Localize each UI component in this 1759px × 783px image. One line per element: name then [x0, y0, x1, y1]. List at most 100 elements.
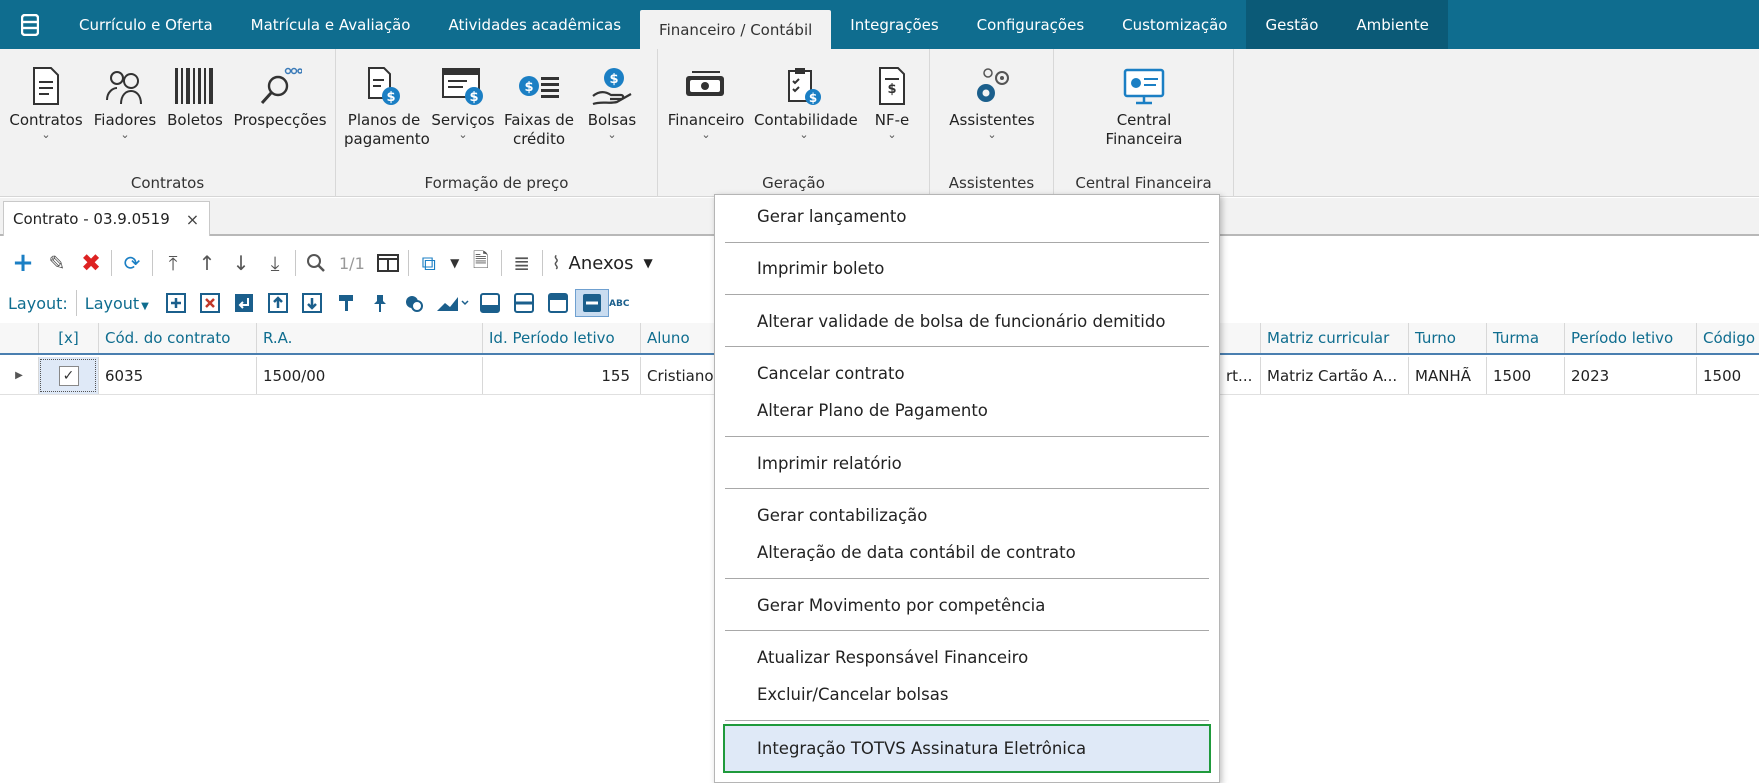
column-header-select[interactable]: [x] — [38, 323, 98, 353]
column-header-codigo[interactable]: Código d — [1696, 323, 1759, 353]
area-chart-icon[interactable] — [431, 289, 473, 317]
ribbon-group-formacao-preco: $ Planos de pagamento $ Serviços ⌄ $ Fai… — [336, 49, 658, 197]
menu-item-cancelar-contrato[interactable]: Cancelar contrato — [757, 364, 905, 383]
chevron-down-icon: ⌄ — [799, 128, 809, 141]
open-external-icon[interactable]: ⧉ — [412, 247, 446, 279]
fiadores-button[interactable]: Fiadores ⌄ — [90, 61, 160, 140]
svg-text:$: $ — [609, 72, 618, 87]
menu-item-alterar-plano-pagamento[interactable]: Alterar Plano de Pagamento — [757, 401, 988, 420]
tab-financeiro[interactable]: Financeiro / Contábil — [640, 10, 832, 49]
row-expand-icon[interactable]: ▶ — [0, 357, 38, 394]
format-painter-icon[interactable] — [329, 289, 363, 317]
bolsas-button[interactable]: $ Bolsas ⌄ — [580, 61, 644, 140]
menu-item-alteracao-data-contabil[interactable]: Alteração de data contábil de contrato — [757, 543, 1076, 562]
column-header-cod-contrato[interactable]: Cód. do contrato — [98, 323, 256, 353]
ribbon-group-contratos: Contratos ⌄ Fiadores ⌄ Boletos Prospecçõ… — [0, 49, 336, 197]
toolbar-divider — [541, 250, 543, 276]
layout-dropdown[interactable]: Layout ▼ — [85, 294, 149, 313]
add-icon[interactable]: + — [6, 247, 40, 279]
payment-plan-icon: $ — [368, 67, 400, 105]
column-header-periodo-letivo[interactable]: Período letivo — [1564, 323, 1696, 353]
tab-atividades[interactable]: Atividades acadêmicas — [429, 0, 640, 49]
cell-periodo-letivo: 2023 — [1564, 357, 1696, 394]
column-header-aluno[interactable]: Aluno — [640, 323, 720, 353]
planos-pagamento-button[interactable]: $ Planos de pagamento — [344, 61, 430, 149]
move-up-icon[interactable] — [261, 289, 295, 317]
document-tab-contrato[interactable]: Contrato - 03.9.0519 × — [3, 201, 211, 236]
invoice-icon: $ — [879, 67, 905, 105]
toolbar-divider — [500, 250, 502, 276]
tab-configuracoes[interactable]: Configurações — [958, 0, 1103, 49]
column-header-turno[interactable]: Turno — [1408, 323, 1486, 353]
cell-cod-contrato: 6035 — [98, 357, 256, 394]
tab-curriculo[interactable]: Currículo e Oferta — [60, 0, 232, 49]
add-row-icon[interactable] — [159, 289, 193, 317]
move-down-icon[interactable] — [295, 289, 329, 317]
tab-customizacao[interactable]: Customização — [1103, 0, 1246, 49]
search-icon[interactable] — [299, 247, 333, 279]
contratos-button[interactable]: Contratos ⌄ — [6, 61, 86, 140]
report-icon[interactable]: 🗎 — [464, 247, 498, 279]
column-header-ra[interactable]: R.A. — [256, 323, 482, 353]
servicos-button[interactable]: $ Serviços ⌄ — [428, 61, 498, 140]
text-document-icon[interactable]: ≣ — [505, 247, 539, 279]
column-header-periodo-id[interactable]: Id. Período letivo — [482, 323, 640, 353]
faixas-credito-button[interactable]: $ Faixas de crédito — [502, 61, 576, 149]
refresh-icon[interactable]: ⟳ — [115, 247, 149, 279]
spellcheck-icon[interactable]: ABC — [609, 289, 631, 317]
chevron-down-icon: ⌄ — [701, 128, 711, 141]
svg-text:$: $ — [887, 82, 896, 97]
cell-matriz: Matriz Cartão A... — [1260, 357, 1408, 394]
row-bottom-icon[interactable] — [473, 289, 507, 317]
contabilidade-button[interactable]: $ Contabilidade ⌄ — [754, 61, 858, 141]
menu-separator — [725, 578, 1209, 579]
financeiro-button[interactable]: Financeiro ⌄ — [666, 61, 746, 140]
tab-ambiente[interactable]: Ambiente — [1337, 0, 1448, 49]
menu-item-imprimir-boleto[interactable]: Imprimir boleto — [757, 259, 884, 278]
menu-item-excluir-cancelar-bolsas[interactable]: Excluir/Cancelar bolsas — [757, 685, 948, 704]
tab-integracoes[interactable]: Integrações — [831, 0, 957, 49]
app-menu-icon[interactable] — [0, 0, 60, 49]
hand-coin-icon: $ — [592, 68, 632, 106]
previous-record-icon[interactable]: ↑ — [190, 247, 224, 279]
last-record-icon[interactable]: ⤓ — [258, 247, 292, 279]
next-record-icon[interactable]: ↓ — [224, 247, 258, 279]
menu-item-gerar-contabilizacao[interactable]: Gerar contabilização — [757, 506, 927, 525]
menu-item-imprimir-relatorio[interactable]: Imprimir relatório — [757, 454, 902, 473]
delete-icon[interactable]: ✖ — [74, 247, 108, 279]
menu-item-gerar-lancamento[interactable]: Gerar lançamento — [757, 207, 906, 226]
row-top-icon[interactable] — [541, 289, 575, 317]
first-record-icon[interactable]: ⤒ — [156, 247, 190, 279]
nfe-button[interactable]: $ NF-e ⌄ — [864, 61, 920, 140]
assistentes-button[interactable]: Assistentes ⌄ — [942, 61, 1042, 140]
close-icon[interactable]: × — [186, 210, 199, 229]
pin-icon[interactable] — [363, 289, 397, 317]
shapes-icon[interactable] — [397, 289, 431, 317]
menu-item-gerar-movimento-competencia[interactable]: Gerar Movimento por competência — [757, 596, 1045, 615]
menu-item-atualizar-responsavel-financeiro[interactable]: Atualizar Responsável Financeiro — [757, 648, 1028, 667]
dropdown-arrow-icon[interactable]: ▼ — [446, 247, 464, 279]
edit-pencil-icon[interactable]: ✎ — [40, 247, 74, 279]
menu-item-alterar-validade-bolsa[interactable]: Alterar validade de bolsa de funcionário… — [757, 312, 1165, 331]
columns-icon[interactable] — [371, 247, 405, 279]
context-menu: Gerar lançamento Imprimir boleto Alterar… — [714, 194, 1220, 783]
boletos-button[interactable]: Boletos — [164, 61, 226, 130]
menu-item-integracao-totvs-assinatura[interactable]: Integração TOTVS Assinatura Eletrônica — [723, 724, 1211, 773]
magnifier-people-icon — [260, 67, 302, 105]
row-middle-icon[interactable] — [507, 289, 541, 317]
column-header-turma[interactable]: Turma — [1486, 323, 1564, 353]
cell-ra: 1500/00 — [256, 357, 482, 394]
group-label-geracao: Geração — [762, 174, 825, 192]
ribbon: Contratos ⌄ Fiadores ⌄ Boletos Prospecçõ… — [0, 49, 1759, 197]
row-select-cell[interactable]: ✓ — [38, 357, 98, 394]
prospeccoes-button[interactable]: Prospecções — [230, 61, 330, 130]
central-financeira-button[interactable]: Central Financeira — [1074, 61, 1214, 149]
anexos-button[interactable]: ⌇ Anexos ▼ — [552, 253, 653, 274]
column-header-matriz[interactable]: Matriz curricular — [1260, 323, 1408, 353]
remove-row-icon[interactable] — [193, 289, 227, 317]
row-checkbox[interactable]: ✓ — [58, 365, 79, 386]
tab-gestao[interactable]: Gestão — [1246, 0, 1338, 49]
row-compact-icon[interactable] — [574, 289, 609, 317]
tab-matricula[interactable]: Matrícula e Avaliação — [232, 0, 430, 49]
insert-row-icon[interactable] — [227, 289, 261, 317]
